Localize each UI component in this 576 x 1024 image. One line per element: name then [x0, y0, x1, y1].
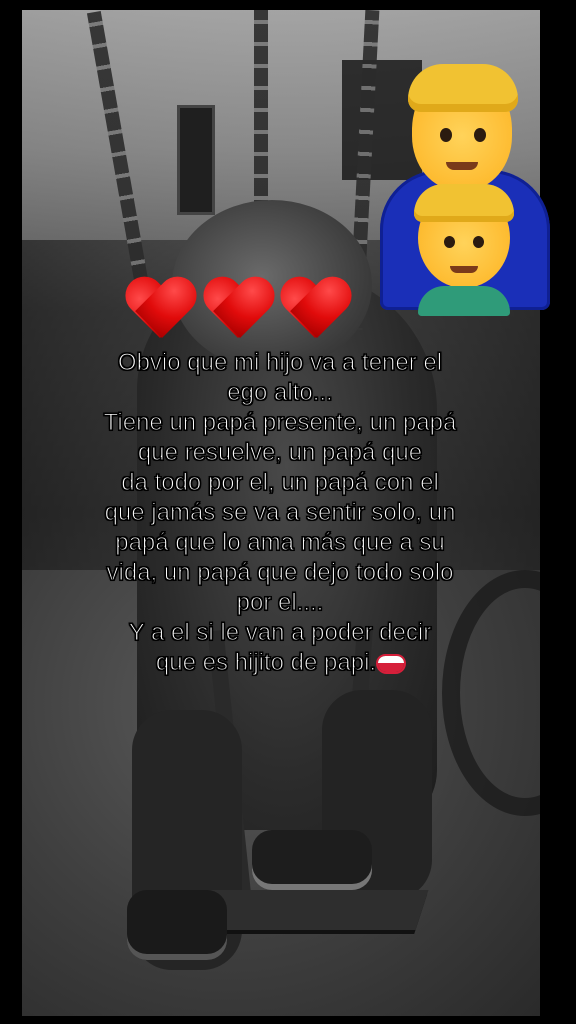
- caption-line-text: que es hijito de papi.: [155, 648, 377, 676]
- boy-eye-right: [473, 236, 484, 248]
- red-heart-emoji: [279, 278, 351, 344]
- caption-line: que resuelve, un papá que: [137, 438, 423, 466]
- caption-text: Obvio que mi hijo va a tener el ego alto…: [60, 348, 500, 678]
- caption-line-last: que es hijito de papi.: [60, 648, 500, 678]
- caption-line: Tiene un papá presente, un papá: [103, 408, 457, 436]
- hearts-row: [124, 278, 354, 358]
- caption-line: vida, un papá que dejo todo solo: [106, 558, 454, 586]
- red-heart-emoji: [202, 278, 274, 344]
- shoe-right: [252, 830, 372, 890]
- boy-hair: [414, 184, 514, 222]
- shoe-left: [127, 890, 227, 960]
- caption-line: Obvio que mi hijo va a tener el: [117, 348, 443, 376]
- heart-with-ribbon-icon: [378, 655, 405, 672]
- red-heart-emoji: [124, 278, 196, 344]
- man-eye-right: [474, 128, 486, 142]
- man-and-boy-emoji: [380, 60, 550, 320]
- man-eye-left: [440, 128, 452, 142]
- man-hair: [408, 64, 518, 112]
- man-mouth: [446, 162, 478, 170]
- caption-line: que jamás se va a sentir solo, un: [104, 498, 456, 526]
- door: [177, 105, 215, 215]
- caption-line: da todo por el, un papá con el: [121, 468, 440, 496]
- caption-line: ego alto...: [227, 378, 334, 406]
- caption-line: papá que lo ama más que a su: [115, 528, 446, 556]
- caption-line: por el....: [236, 588, 324, 616]
- boy-eye-left: [444, 236, 455, 248]
- caption-line: Y a el si le van a poder decir: [128, 618, 432, 646]
- boy-mouth: [450, 266, 478, 273]
- boy-shirt: [418, 286, 510, 316]
